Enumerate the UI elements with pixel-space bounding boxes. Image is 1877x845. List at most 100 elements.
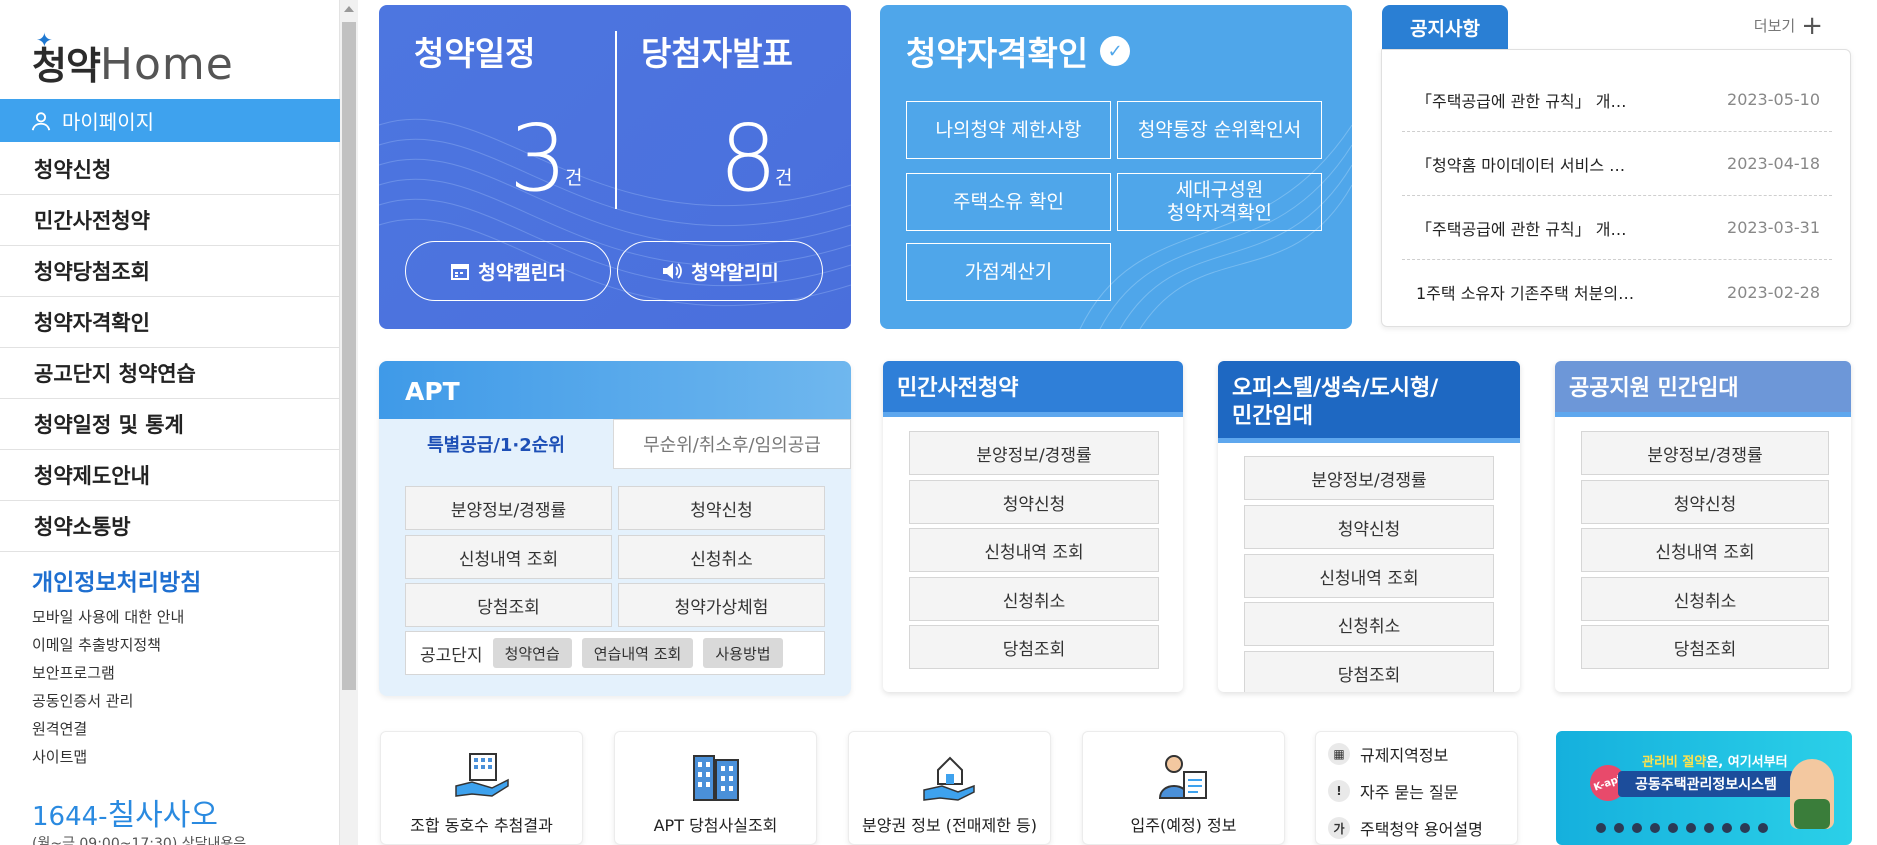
- schedule-count-unit: 건: [565, 167, 583, 189]
- tile-move-in-info[interactable]: 입주(예정) 정보: [1082, 731, 1285, 845]
- apt-winner-button[interactable]: 당첨조회: [405, 583, 612, 627]
- notice-tab[interactable]: 공지사항: [1382, 5, 1508, 49]
- schedule-title[interactable]: 청약일정: [414, 27, 535, 75]
- banner-dot[interactable]: [1740, 823, 1750, 833]
- pr-cancel-button[interactable]: 신청취소: [1581, 577, 1829, 621]
- ot-sale-info-button[interactable]: 분양정보/경쟁률: [1244, 456, 1494, 500]
- banner-dot[interactable]: [1632, 823, 1642, 833]
- pp-sale-info-button[interactable]: 분양정보/경쟁률: [909, 431, 1159, 475]
- link-regulated-area[interactable]: ▦ 규제지역정보: [1328, 742, 1448, 766]
- scroll-up-arrow-icon[interactable]: [344, 6, 354, 12]
- ot-history-button[interactable]: 신청내역 조회: [1244, 554, 1494, 598]
- apt-public-complex-row: 공고단지 청약연습 연습내역 조회 사용방법: [405, 631, 825, 675]
- pr-history-button[interactable]: 신청내역 조회: [1581, 528, 1829, 572]
- menu-item-system-guide[interactable]: 청약제도안내: [0, 450, 340, 501]
- person-document-icon: [1158, 755, 1207, 799]
- banner-dot[interactable]: [1614, 823, 1624, 833]
- sub-link-remote[interactable]: 원격연결: [32, 715, 184, 743]
- tab-special-supply[interactable]: 특별공급/1·2순위: [379, 419, 613, 469]
- schedule-divider: [615, 31, 617, 209]
- banner-dot[interactable]: [1758, 823, 1768, 833]
- house-ownership-button[interactable]: 주택소유 확인: [906, 173, 1111, 231]
- apt-virtual-button[interactable]: 청약가상체험: [618, 583, 825, 627]
- menu-item-schedule-stats[interactable]: 청약일정 및 통계: [0, 399, 340, 450]
- notice-item[interactable]: 「주택공급에 관한 규칙」 개… 2023-03-31: [1402, 196, 1832, 260]
- banner-dot[interactable]: [1650, 823, 1660, 833]
- scrollbar-thumb[interactable]: [342, 22, 356, 690]
- privacy-policy-link[interactable]: 개인정보처리방침: [32, 563, 201, 597]
- pp-apply-button[interactable]: 청약신청: [909, 480, 1159, 524]
- menu-item-community[interactable]: 청약소통방: [0, 501, 340, 552]
- tile-union-lottery[interactable]: 조합 동호수 추첨결과: [380, 731, 583, 845]
- private-pre-header: 민간사전청약: [883, 361, 1183, 417]
- announcement-count[interactable]: 8: [719, 105, 778, 212]
- link-faq[interactable]: ! 자주 묻는 질문: [1328, 779, 1459, 803]
- my-restrictions-button[interactable]: 나의청약 제한사항: [906, 101, 1111, 159]
- apt-history-button[interactable]: 신청내역 조회: [405, 535, 612, 579]
- sub-link-security[interactable]: 보안프로그램: [32, 659, 184, 687]
- household-qualification-button[interactable]: 세대구성원 청약자격확인: [1117, 173, 1322, 231]
- tile-presale-rights[interactable]: 분양권 정보 (전매제한 등): [848, 731, 1051, 845]
- score-calculator-button[interactable]: 가점계산기: [906, 243, 1111, 301]
- apt-sale-info-button[interactable]: 분양정보/경쟁률: [405, 486, 612, 530]
- public-complex-label: 공고단지: [420, 645, 483, 666]
- pp-cancel-button[interactable]: 신청취소: [909, 577, 1159, 621]
- tile-apt-winner-check[interactable]: APT 당첨사실조회: [614, 731, 817, 845]
- menu-item-qualification[interactable]: 청약자격확인: [0, 297, 340, 348]
- ot-apply-button[interactable]: 청약신청: [1244, 505, 1494, 549]
- banner-dot[interactable]: [1596, 823, 1606, 833]
- mypage-button[interactable]: 마이페이지: [0, 99, 340, 142]
- officetel-title-line2: 민간임대: [1232, 404, 1313, 429]
- kapt-banner[interactable]: 관리비 절약은, 여기서부터 K-apt 공동주택관리정보시스템: [1556, 731, 1852, 845]
- banner-dot[interactable]: [1704, 823, 1714, 833]
- tab-unranked-supply[interactable]: 무순위/취소후/임의공급: [613, 419, 851, 469]
- menu-item-practice[interactable]: 공고단지 청약연습: [0, 348, 340, 399]
- sub-link-mobile[interactable]: 모바일 사용에 대한 안내: [32, 603, 184, 631]
- sub-links: 모바일 사용에 대한 안내 이메일 추출방지정책 보안프로그램 공동인증서 관리…: [32, 603, 184, 771]
- notice-item[interactable]: 「청약홈 마이데이터 서비스 … 2023-04-18: [1402, 132, 1832, 196]
- pr-winner-button[interactable]: 당첨조회: [1581, 625, 1829, 669]
- sub-link-sitemap[interactable]: 사이트맵: [32, 743, 184, 771]
- notice-more-link[interactable]: 더보기 +: [1754, 13, 1823, 39]
- alarm-button[interactable]: 청약알리미: [617, 241, 823, 301]
- buildings-icon: [692, 755, 739, 801]
- how-to-use-chip[interactable]: 사용방법: [703, 638, 783, 668]
- pr-apply-button[interactable]: 청약신청: [1581, 480, 1829, 524]
- banner-dot[interactable]: [1668, 823, 1678, 833]
- ot-winner-button[interactable]: 당첨조회: [1244, 651, 1494, 692]
- practice-chip[interactable]: 청약연습: [492, 638, 572, 668]
- menu-item-private-pre[interactable]: 민간사전청약: [0, 195, 340, 246]
- public-rental-header: 공공지원 민간임대: [1555, 361, 1851, 417]
- sidebar: ✦ 청약 Home 마이페이지 청약신청 민간사전청약 청약당첨조회 청약자격확…: [0, 0, 340, 845]
- apt-apply-button[interactable]: 청약신청: [618, 486, 825, 530]
- calendar-button[interactable]: 청약캘린더: [405, 241, 611, 301]
- pr-sale-info-button[interactable]: 분양정보/경쟁률: [1581, 431, 1829, 475]
- menu-item-apply[interactable]: 청약신청: [0, 144, 340, 195]
- apt-cancel-button[interactable]: 신청취소: [618, 535, 825, 579]
- banner-dot[interactable]: [1722, 823, 1732, 833]
- sub-link-email-policy[interactable]: 이메일 추출방지정책: [32, 631, 184, 659]
- practice-history-chip[interactable]: 연습내역 조회: [581, 638, 694, 668]
- schedule-count[interactable]: 3: [509, 105, 568, 212]
- sub-link-certificate[interactable]: 공동인증서 관리: [32, 687, 184, 715]
- quick-links: ▦ 규제지역정보 ! 자주 묻는 질문 가 주택청약 용어설명: [1315, 731, 1518, 845]
- notice-item[interactable]: 1주택 소유자 기존주택 처분의… 2023-02-28: [1402, 260, 1832, 324]
- qualification-title[interactable]: 청약자격확인 ✓: [906, 27, 1131, 75]
- tile-label: 입주(예정) 정보: [1130, 816, 1237, 835]
- link-glossary[interactable]: 가 주택청약 용어설명: [1328, 816, 1483, 840]
- pp-winner-button[interactable]: 당첨조회: [909, 625, 1159, 669]
- alarm-button-label: 청약알리미: [691, 261, 779, 284]
- apt-title: APT: [379, 361, 851, 419]
- menu-item-winner-lookup[interactable]: 청약당첨조회: [0, 246, 340, 297]
- sidebar-scrollbar[interactable]: [340, 0, 358, 845]
- announcement-count-unit: 건: [775, 167, 793, 189]
- ot-cancel-button[interactable]: 신청취소: [1244, 602, 1494, 646]
- logo[interactable]: ✦ 청약 Home: [32, 28, 234, 90]
- banner-dot[interactable]: [1686, 823, 1696, 833]
- account-rank-button[interactable]: 청약통장 순위확인서: [1117, 101, 1322, 159]
- link-label: 규제지역정보: [1360, 746, 1449, 765]
- pp-history-button[interactable]: 신청내역 조회: [909, 528, 1159, 572]
- announcement-title[interactable]: 당첨자발표: [641, 27, 793, 75]
- banner-pagination[interactable]: [1596, 823, 1776, 833]
- notice-item[interactable]: 「주택공급에 관한 규칙」 개… 2023-05-10: [1402, 68, 1832, 132]
